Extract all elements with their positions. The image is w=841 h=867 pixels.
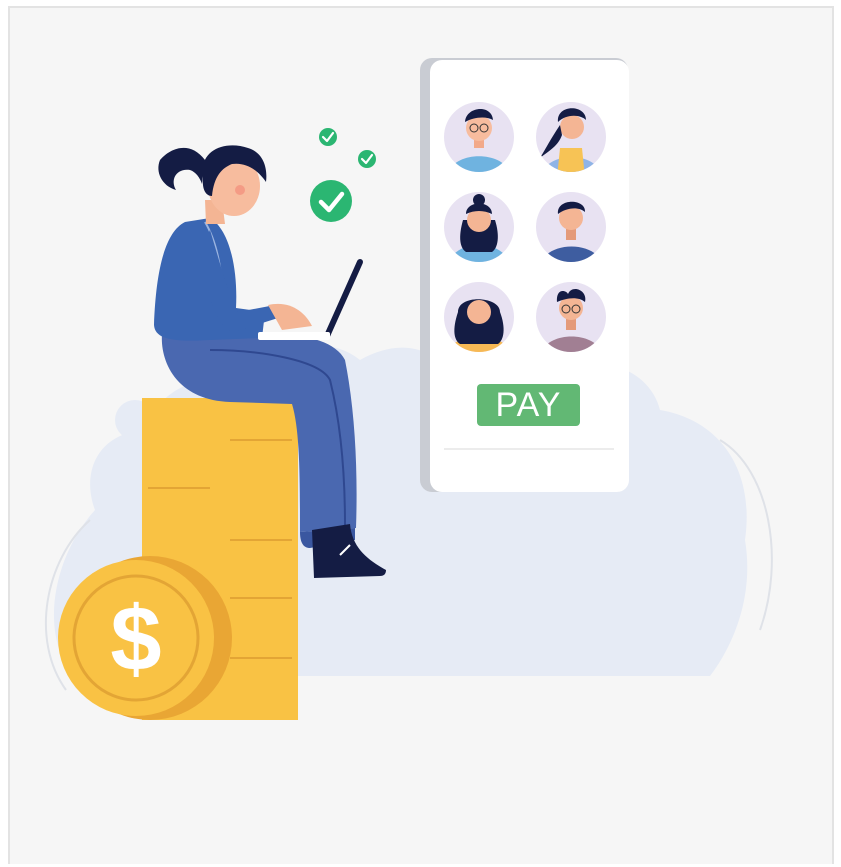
- check-icons: [310, 128, 376, 222]
- payment-illustration: $: [44, 58, 773, 720]
- check-icon: [358, 150, 376, 168]
- pay-button[interactable]: PAY: [477, 384, 580, 426]
- svg-text:$: $: [110, 588, 161, 690]
- check-icon: [310, 180, 352, 222]
- dollar-coin-icon: $: [58, 556, 232, 720]
- check-icon: [319, 128, 337, 146]
